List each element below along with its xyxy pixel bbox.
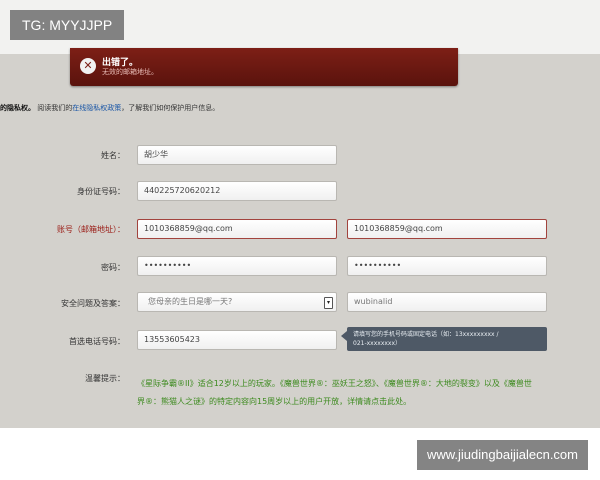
password-confirm-field[interactable]: •••••••••• bbox=[347, 256, 547, 276]
phone-field[interactable]: 13553605423 bbox=[137, 330, 337, 350]
watermark-top-left: TG: MYYJJPP bbox=[10, 10, 125, 40]
notice-text[interactable]: 《星际争霸®II》适合12岁以上的玩家。《魔兽世界®：巫妖王之怒》、《魔兽世界®… bbox=[137, 375, 532, 411]
password-field[interactable]: •••••••••• bbox=[137, 256, 337, 276]
security-answer-field[interactable]: wubinalid bbox=[347, 292, 547, 312]
privacy-policy-link[interactable]: 在线隐私权政策 bbox=[72, 104, 121, 112]
security-question-value: 您母亲的生日是哪一天? bbox=[148, 297, 233, 306]
name-field[interactable]: 胡少华 bbox=[137, 145, 337, 165]
tooltip-arrow bbox=[341, 331, 347, 341]
privacy-lead: 的隐私权。 bbox=[0, 104, 35, 112]
password-label: 密码： bbox=[101, 263, 125, 272]
watermark-bottom-right: www.jiudingbaijialecn.com bbox=[416, 440, 588, 470]
email-field[interactable]: 1010368859@qq.com bbox=[137, 219, 337, 239]
id-number-label: 身份证号码： bbox=[77, 187, 125, 196]
phone-tooltip: 请填写您的手机号码或固定电话（如：13xxxxxxxxx / 021-xxxxx… bbox=[341, 327, 547, 351]
email-label: 账号（邮箱地址）： bbox=[57, 225, 125, 234]
screenshot-area: ✕ 出错了。 无效的邮箱地址。 的隐私权。 阅读我们的在线隐私权政策，了解我们如… bbox=[0, 0, 600, 428]
privacy-after: ，了解我们如何保护用户信息。 bbox=[121, 104, 220, 112]
privacy-notice: 的隐私权。 阅读我们的在线隐私权政策，了解我们如何保护用户信息。 bbox=[0, 103, 219, 113]
error-message: 无效的邮箱地址。 bbox=[102, 68, 158, 76]
security-label: 安全问题及答案： bbox=[61, 299, 125, 308]
tooltip-line-2: 021-xxxxxxxx） bbox=[353, 340, 402, 347]
close-icon[interactable]: ✕ bbox=[80, 58, 96, 74]
security-question-select[interactable]: 您母亲的生日是哪一天? ▾ bbox=[137, 292, 337, 312]
phone-label: 首选电话号码： bbox=[69, 337, 125, 346]
error-banner: ✕ 出错了。 无效的邮箱地址。 bbox=[70, 48, 458, 86]
notice-label: 温馨提示： bbox=[85, 374, 125, 383]
email-confirm-field[interactable]: 1010368859@qq.com bbox=[347, 219, 547, 239]
chevron-down-icon[interactable]: ▾ bbox=[324, 297, 333, 309]
name-label: 姓名： bbox=[101, 151, 125, 160]
id-number-field[interactable]: 440225720620212 bbox=[137, 181, 337, 201]
privacy-before: 阅读我们的 bbox=[37, 104, 73, 112]
tooltip-line-1: 请填写您的手机号码或固定电话（如：13xxxxxxxxx / bbox=[353, 331, 499, 338]
